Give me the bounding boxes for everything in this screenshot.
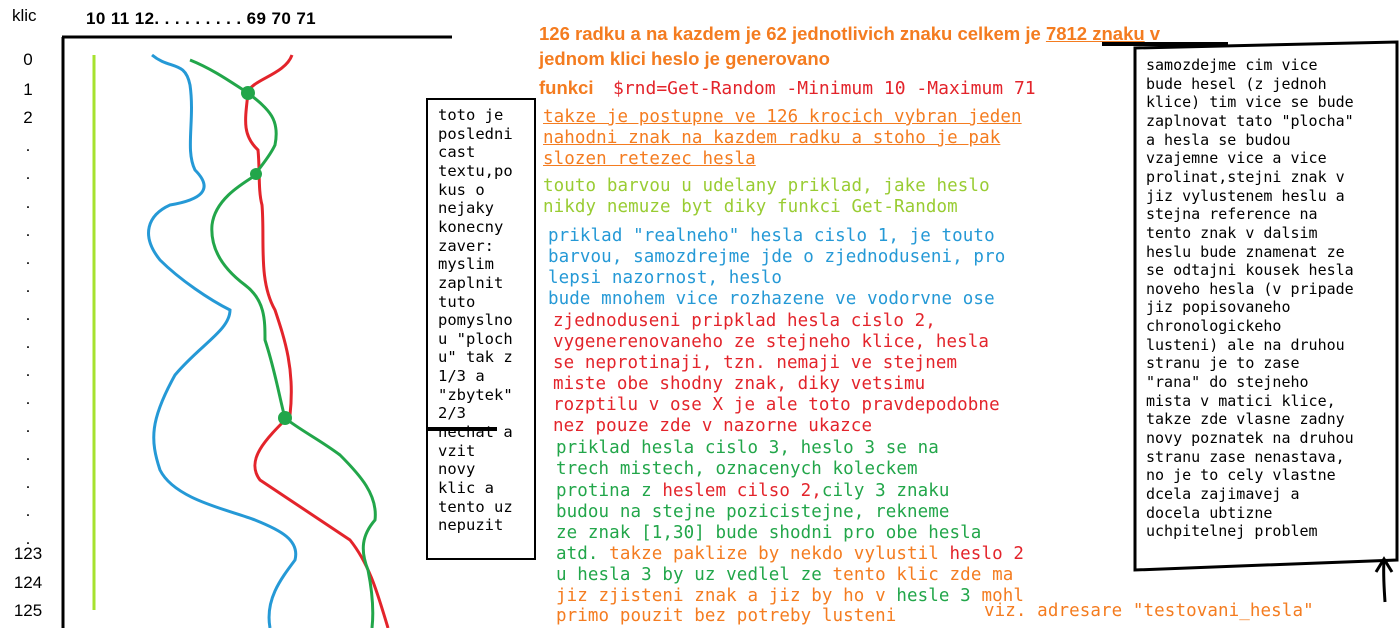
right-note-line: se odtajni kousek hesla: [1146, 261, 1354, 280]
left-note-line: kus o: [438, 180, 485, 199]
left-note-line: myslim: [438, 255, 494, 274]
red-line-2: vygenerenovaneho ze stejneho klice, hesl…: [553, 332, 990, 352]
header-line-3-code: $rnd=Get-Random -Minimum 10 -Maximum 71: [613, 78, 1036, 99]
right-note-line: samozdejme cim vice: [1146, 56, 1318, 74]
green-line-3: protina z heslem cilso 2,cily 3 znaku: [556, 481, 950, 503]
header-line-3-label: funkci: [539, 77, 594, 98]
left-note-line: zaver:: [438, 236, 494, 255]
green-line-6: atd. takze paklize by nekdo vylustil hes…: [556, 544, 1024, 566]
green-line-6c: heslo 2: [949, 544, 1024, 564]
left-note-line: nejaky: [438, 199, 494, 218]
green-line-4: budou na stejne pozicistejne, rekneme: [556, 502, 950, 522]
arrow-up-icon: [1374, 556, 1394, 603]
left-note-line: u" tak z: [438, 348, 513, 367]
right-note-line: docela ubtizne: [1146, 503, 1273, 522]
left-note-line: klic a: [438, 479, 494, 497]
right-note-line: klice) tim vice se bude: [1146, 93, 1354, 112]
right-note-line: chronologickeho: [1146, 317, 1282, 336]
right-note-line: takze zde vlasne zadny: [1146, 410, 1345, 429]
green-line-5: ze znak [1,30] bude shodni pro obe hesla: [556, 523, 982, 543]
blue-line-3: lepsi nazornost, heslo: [548, 268, 782, 288]
blue-line-4: bude mnohem vice rozhazene ve vodorvne o…: [548, 289, 995, 309]
left-note-line: cast: [438, 143, 476, 162]
left-note-line: vzit: [438, 441, 476, 460]
right-note-line: a hesla se budou: [1146, 130, 1291, 149]
right-note-line: prolinat,stejni znak v: [1146, 167, 1345, 186]
intersection-marker-2: [250, 168, 262, 180]
orange-line-1: takze je postupne ve 126 krocich vybran …: [543, 107, 1022, 127]
right-note-line: jiz popisovaneho: [1146, 298, 1291, 317]
green-line-9: primo pouzit bez potreby lusteni: [556, 606, 897, 626]
green-line-8b: hesle 3: [896, 586, 971, 606]
orange-line-2: nahodni znak na kazdem radku a stoho je …: [543, 128, 1001, 148]
green-line-3b: heslem cilso 2,: [662, 481, 822, 501]
left-note-line: textu,po: [438, 161, 513, 180]
red-line-6: nez pouze zde v nazorne ukazce: [553, 416, 873, 436]
left-note-line: pomyslno: [438, 311, 513, 330]
green-line-6b: takze paklize by nekdo vylustil: [598, 544, 950, 564]
right-note-line: stejna reference na: [1146, 205, 1318, 224]
right-note-line: stranu zase nenastava,: [1146, 447, 1345, 466]
right-note-line: uchpitelnej problem: [1146, 522, 1318, 541]
left-note-line: tuto: [438, 292, 476, 311]
green-line-3a: protina z: [556, 481, 663, 501]
right-note-line: "rana" do stejneho: [1146, 373, 1309, 392]
header-line-1: 126 radku a na kazdem je 62 jednotlivich…: [539, 23, 1160, 45]
green-line-8a: jiz zjisteni znak a jiz by ho v: [556, 586, 897, 606]
left-note-line: zaplnit: [438, 273, 504, 292]
header-line-1-text: 126 radku a na kazdem je 62 jednotlivich…: [539, 23, 1046, 44]
green-line-password-3: [189, 58, 377, 628]
right-note-line: novy poznatek na druhou: [1146, 429, 1354, 447]
green-line-6a: atd.: [556, 544, 599, 564]
testing-folder-reference: viz. adresare "testovani_hesla": [984, 601, 1314, 621]
blue-line-2: barvou, samozdrejme jde o zjednoduseni, …: [548, 247, 1006, 267]
left-note-line: novy: [438, 460, 476, 479]
left-note-divider: [427, 427, 497, 431]
left-note-line: u "ploch: [438, 329, 513, 348]
left-note-line: nepuzit: [438, 516, 504, 535]
left-note-line: 2/3: [438, 404, 466, 423]
right-note-line: lusteni) ale na druhou: [1146, 335, 1345, 354]
left-note-line: toto je: [438, 106, 504, 124]
red-line-4: miste obe shodny znak, diky vetsimu: [553, 374, 926, 394]
orange-line-3: slozen retezec hesla: [543, 149, 756, 169]
right-note-line: bude hesel (z jednoh: [1146, 74, 1327, 93]
green-line-8: jiz zjisteni znak a jiz by ho v hesle 3 …: [556, 586, 1024, 608]
right-note-line: tento znak v dalsim: [1146, 223, 1318, 242]
intersection-marker-1: [241, 86, 255, 100]
green-line-7b: tento klic zde ma: [832, 565, 1014, 585]
right-note-line: mista v matici klice,: [1146, 391, 1336, 410]
left-note-line: "zbytek": [438, 385, 513, 404]
blue-line-1: priklad "realneho" hesla cislo 1, je tou…: [548, 226, 995, 246]
right-note-line: vzajemne vice a vice: [1146, 149, 1327, 168]
green-line-3c: cily 3 znaku: [821, 481, 950, 501]
right-note-line: jiz vylustenem heslu a: [1146, 186, 1345, 205]
intersection-marker-3: [278, 411, 292, 425]
left-note-line: tento uz: [438, 497, 513, 516]
green-line-7: u hesla 3 by uz vedlel ze tento klic zde…: [556, 565, 1013, 587]
green-line-2: trech mistech, oznacenych koleckem: [556, 459, 918, 479]
right-note-line: zaplnovat tato "plocha": [1146, 111, 1354, 130]
lime-line-2: nikdy nemuze byt diky funkci Get-Random: [543, 197, 958, 217]
left-note-line: konecny: [438, 217, 504, 236]
right-note-line: noveho hesla (v pripade: [1146, 279, 1354, 298]
left-note-line: 1/3 a: [438, 367, 485, 386]
red-line-1: zjednoduseni pripklad hesla cislo 2,: [553, 311, 936, 331]
green-line-1: priklad hesla cislo 3, heslo 3 se na: [556, 438, 939, 458]
header-line-2: jednom klici heslo je generovano: [539, 48, 830, 69]
green-line-7a: u hesla 3 by uz vedlel ze: [556, 565, 833, 585]
red-line-3: se neprotinaji, tzn. nemaji ve stejnem: [553, 353, 958, 373]
right-note-line: no je to cely vlastne: [1146, 466, 1336, 485]
key-plot: [61, 35, 452, 628]
left-note-line: posledni: [438, 124, 513, 143]
red-line-5: rozptilu v ose X je ale toto pravdepodob…: [553, 395, 1000, 415]
blue-line-password-1: [147, 53, 298, 628]
right-note-line: stranu je to zase: [1146, 354, 1300, 373]
right-note-line: dcela zajimavej a: [1146, 484, 1300, 503]
right-note-line: heslu bude znamenat ze: [1146, 242, 1345, 261]
lime-line-1: touto barvou u udelany priklad, jake hes…: [543, 176, 990, 196]
